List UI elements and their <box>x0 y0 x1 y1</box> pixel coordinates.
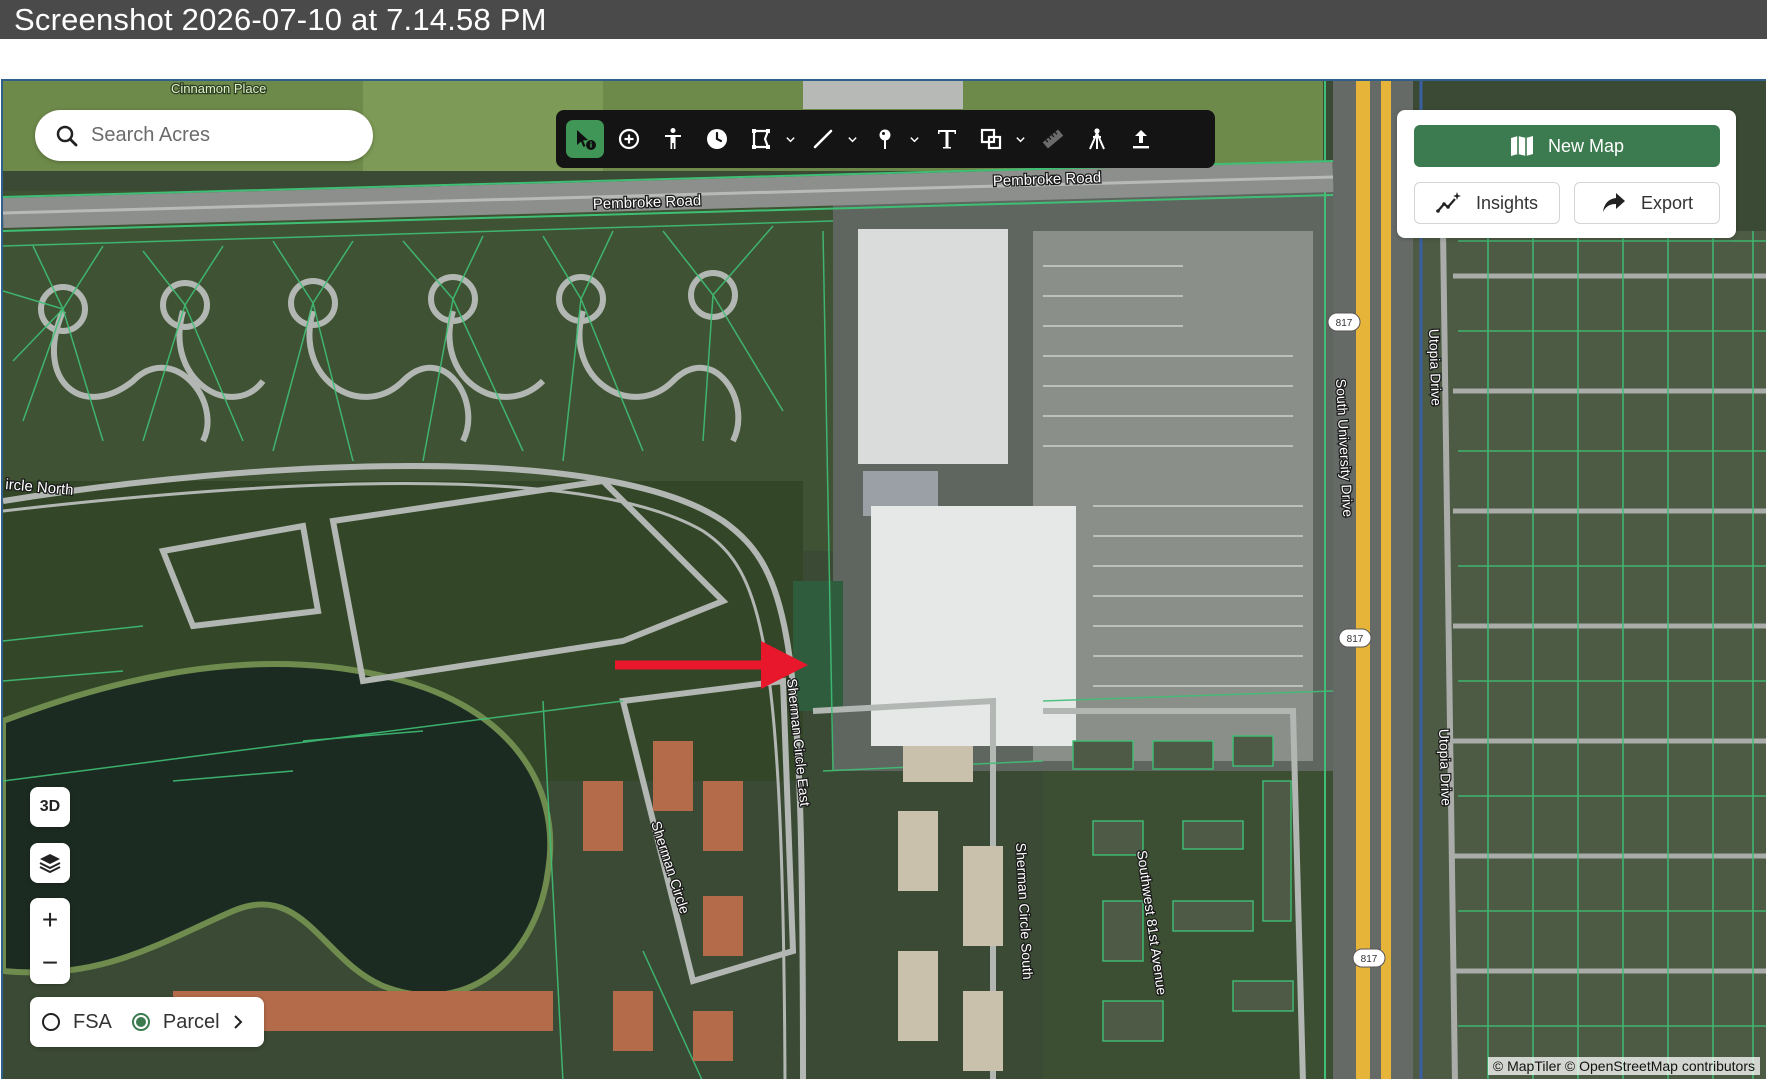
shapes-icon <box>980 128 1002 150</box>
insights-button[interactable]: Insights <box>1414 182 1560 224</box>
toggle-3d-label: 3D <box>39 798 61 815</box>
insights-label: Insights <box>1475 192 1539 213</box>
parcel-radio[interactable] <box>131 1013 150 1031</box>
label-utopia-drive-1: Utopia Drive <box>1426 329 1445 407</box>
map-attribution: © MapTiler © OpenStreetMap contributors <box>1487 1057 1760 1075</box>
compass-icon <box>1089 128 1105 150</box>
insights-sparkle-icon <box>1436 192 1461 213</box>
shapes-dropdown-caret[interactable] <box>1014 120 1026 158</box>
zoom-in-button[interactable]: + <box>30 898 70 941</box>
text-icon <box>938 130 956 149</box>
drawing-toolbar <box>556 110 1215 168</box>
pin-icon <box>879 129 891 149</box>
layers-icon <box>39 854 61 874</box>
share-arrow-icon <box>1602 193 1625 212</box>
search-icon <box>56 125 78 146</box>
measure-button[interactable] <box>1034 120 1072 158</box>
shield-817-bottom: 817 <box>1361 954 1378 965</box>
search-input[interactable] <box>89 123 353 148</box>
zoom-control: + − <box>30 898 70 984</box>
chevron-right-icon[interactable] <box>232 1013 244 1031</box>
shield-817-mid: 817 <box>1347 634 1364 645</box>
layer-legend: FSA Parcel <box>30 997 264 1047</box>
chevron-down-icon <box>909 136 919 142</box>
label-cinnamon-place: Cinnamon Place <box>171 81 266 96</box>
line-dropdown-caret[interactable] <box>846 120 858 158</box>
add-point-button[interactable] <box>610 120 648 158</box>
cursor-info-icon <box>577 130 596 150</box>
pin-dropdown-caret[interactable] <box>908 120 920 158</box>
new-map-label: New Map <box>1547 135 1625 156</box>
window-toolbar-strip <box>0 39 1767 79</box>
accessibility-button[interactable] <box>654 120 692 158</box>
window-title: Screenshot 2026-07-10 at 7.14.58 PM <box>14 2 547 37</box>
layers-button[interactable] <box>30 843 70 883</box>
polygon-dropdown-caret[interactable] <box>784 120 796 158</box>
toggle-3d-button[interactable]: 3D <box>30 787 70 827</box>
person-icon <box>665 128 681 149</box>
polygon-button[interactable] <box>742 120 780 158</box>
line-icon <box>813 129 833 149</box>
label-utopia-drive-2: Utopia Drive <box>1436 729 1455 807</box>
upload-button[interactable] <box>1122 120 1160 158</box>
parcel-label: Parcel <box>162 1010 220 1033</box>
ruler-icon <box>1042 129 1064 149</box>
export-button[interactable]: Export <box>1574 182 1720 224</box>
line-button[interactable] <box>804 120 842 158</box>
chevron-down-icon <box>785 136 795 142</box>
export-label: Export <box>1640 192 1694 213</box>
polygon-icon <box>752 129 770 149</box>
clock-icon <box>707 129 727 149</box>
map-actions-panel: New Map Insights Export <box>1397 110 1736 238</box>
window-titlebar: Screenshot 2026-07-10 at 7.14.58 PM <box>0 0 1767 39</box>
chevron-down-icon <box>1015 136 1025 142</box>
shield-817-top: 817 <box>1336 318 1353 329</box>
map-icon <box>1510 136 1533 156</box>
shapes-button[interactable] <box>972 120 1010 158</box>
survey-button[interactable] <box>1078 120 1116 158</box>
select-tool-button[interactable] <box>566 120 604 158</box>
new-map-button[interactable]: New Map <box>1414 125 1720 167</box>
text-button[interactable] <box>928 120 966 158</box>
zoom-out-button[interactable]: − <box>30 941 70 984</box>
history-button[interactable] <box>698 120 736 158</box>
plus-circle-icon <box>618 128 640 150</box>
fsa-label: FSA <box>73 1010 112 1033</box>
search-box[interactable] <box>35 110 373 161</box>
upload-icon <box>1133 130 1149 149</box>
pin-button[interactable] <box>866 120 904 158</box>
chevron-down-icon <box>847 136 857 142</box>
fsa-radio[interactable] <box>42 1013 60 1031</box>
